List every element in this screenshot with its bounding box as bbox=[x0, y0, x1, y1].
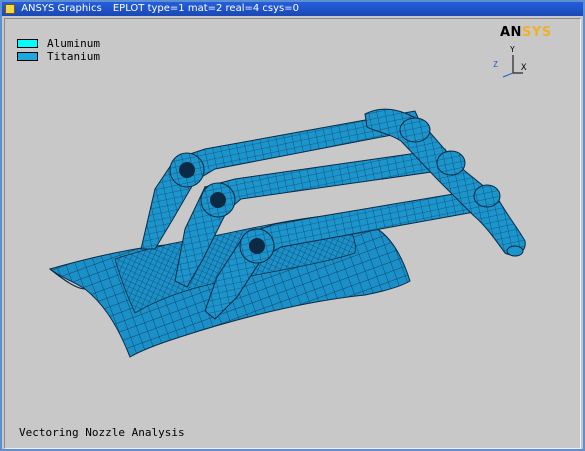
title-bar[interactable]: ANSYS Graphics EPLOT type=1 mat=2 real=4… bbox=[2, 2, 583, 16]
actuator-rod bbox=[364, 108, 526, 257]
graphics-viewport[interactable]: Aluminum Titanium ANSYS Y X Z Vectoring … bbox=[4, 18, 581, 449]
ansys-graphics-window: ANSYS Graphics EPLOT type=1 mat=2 real=4… bbox=[0, 0, 585, 451]
app-icon bbox=[5, 4, 15, 14]
viewport-caption: Vectoring Nozzle Analysis bbox=[19, 426, 185, 439]
plot-info: EPLOT type=1 mat=2 real=4 csys=0 bbox=[112, 3, 299, 14]
window-title: ANSYS Graphics bbox=[21, 3, 102, 14]
fe-model-view[interactable] bbox=[5, 19, 581, 449]
